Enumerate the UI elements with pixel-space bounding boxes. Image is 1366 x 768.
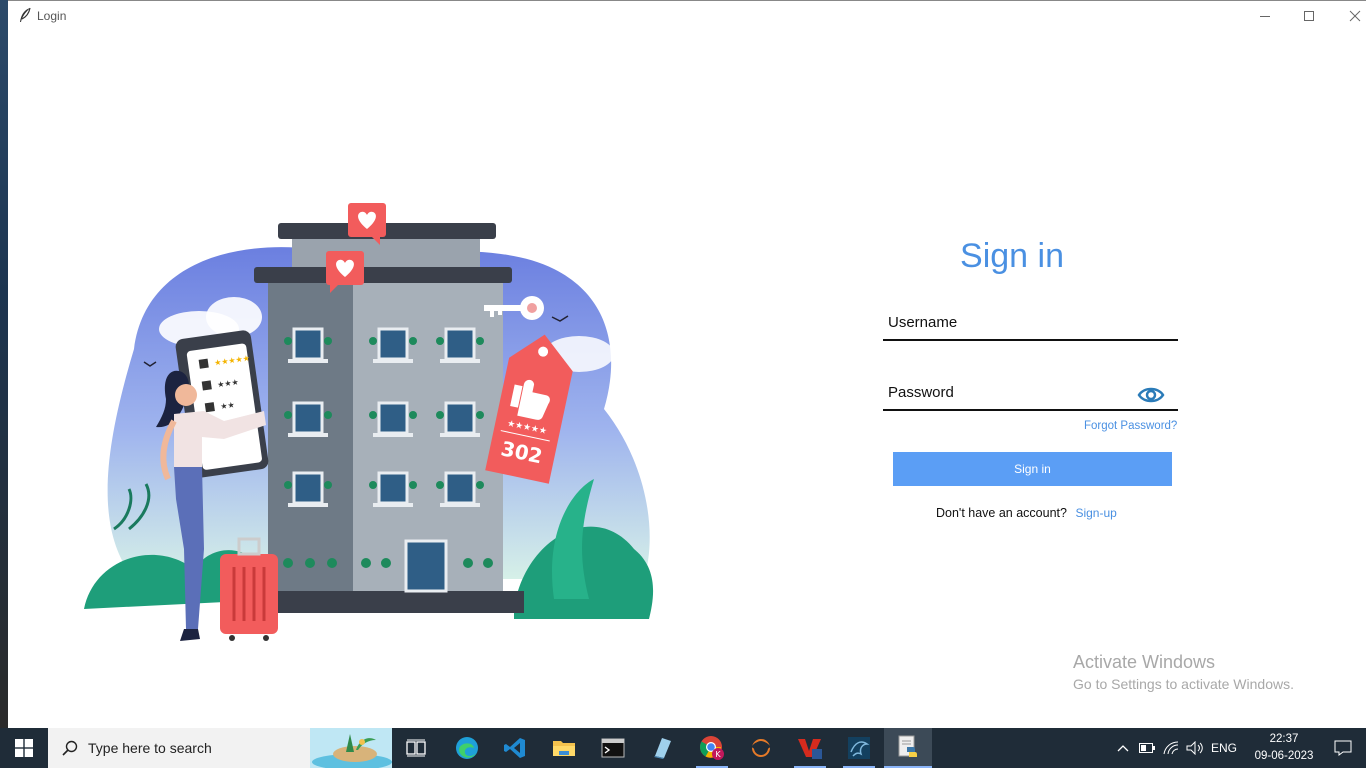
volume-button[interactable] — [1184, 728, 1206, 768]
notification-icon — [1334, 740, 1352, 756]
folder-icon — [553, 741, 575, 756]
taskbar-vscode[interactable] — [491, 728, 539, 768]
edge-icon — [456, 737, 478, 759]
taskbar-terminal[interactable] — [589, 728, 637, 768]
show-hidden-icons-button[interactable] — [1112, 728, 1134, 768]
signin-heading: Sign in — [960, 237, 1064, 275]
close-button[interactable] — [1332, 1, 1366, 31]
svg-text:K: K — [715, 750, 721, 759]
network-button[interactable] — [1160, 728, 1182, 768]
activate-windows-watermark: Activate Windows Go to Settings to activ… — [1073, 652, 1294, 692]
notepad-icon — [654, 738, 671, 759]
windows-logo-icon — [15, 739, 33, 757]
battery-button[interactable] — [1136, 728, 1158, 768]
wps-icon — [798, 739, 822, 759]
hotel-illustration: ★★★★★ 302 ★★★★★ ★★★ ★★ — [84, 203, 654, 641]
language-label: ENG — [1210, 741, 1237, 755]
login-window: Login ★★★★★ 302 ★★★★★ ★★★ ★★ Sign in Use… — [8, 0, 1366, 728]
taskbar: Type here to search K ENG 22:37 09-06-20… — [0, 728, 1366, 768]
search-placeholder: Type here to search — [88, 740, 212, 756]
task-view-button[interactable] — [392, 728, 440, 768]
clock-time: 22:37 — [1269, 733, 1299, 745]
signup-row: Don't have an account? Sign-up — [936, 506, 1117, 520]
signin-button[interactable]: Sign in — [893, 452, 1172, 486]
username-input[interactable] — [888, 307, 1128, 337]
signup-link[interactable]: Sign-up — [1075, 506, 1116, 520]
window-title: Login — [37, 9, 67, 23]
no-account-text: Don't have an account? — [936, 506, 1067, 520]
taskbar-python-idle[interactable] — [884, 728, 932, 768]
taskbar-matlab[interactable] — [737, 728, 785, 768]
taskbar-wps[interactable] — [786, 728, 834, 768]
taskbar-mysql-workbench[interactable] — [835, 728, 883, 768]
matlab-icon — [751, 739, 771, 757]
speaker-icon — [1186, 741, 1203, 755]
activate-windows-subtitle: Go to Settings to activate Windows. — [1073, 676, 1294, 692]
mysql-workbench-icon — [848, 737, 870, 759]
taskbar-search[interactable]: Type here to search — [48, 728, 392, 768]
start-button[interactable] — [0, 728, 48, 768]
maximize-icon — [1304, 11, 1314, 21]
activate-windows-title: Activate Windows — [1073, 652, 1216, 672]
search-icon — [62, 740, 78, 756]
feather-icon — [20, 7, 31, 22]
clock-date: 09-06-2023 — [1254, 750, 1314, 762]
chevron-up-icon — [1117, 745, 1129, 752]
maximize-button[interactable] — [1286, 1, 1332, 31]
close-icon — [1349, 10, 1361, 22]
username-field — [883, 307, 1178, 341]
notifications-button[interactable] — [1328, 728, 1358, 768]
clock[interactable]: 22:37 09-06-2023 — [1246, 728, 1322, 768]
forgot-password-link[interactable]: Forgot Password? — [1084, 420, 1177, 432]
title-bar[interactable]: Login — [8, 1, 1366, 31]
python-idle-icon — [898, 735, 917, 757]
password-input[interactable] — [888, 377, 1128, 407]
eye-icon[interactable] — [1137, 385, 1165, 405]
vscode-icon — [504, 738, 525, 758]
battery-icon — [1139, 743, 1155, 753]
search-highlight-image — [310, 728, 392, 768]
taskbar-edge[interactable] — [443, 728, 491, 768]
terminal-icon — [601, 738, 625, 758]
password-field — [883, 377, 1178, 411]
minimize-button[interactable] — [1242, 1, 1288, 31]
taskbar-chrome[interactable]: K — [688, 728, 736, 768]
desktop-background — [0, 0, 8, 728]
chrome-icon: K — [700, 736, 724, 760]
task-view-icon — [406, 739, 426, 757]
minimize-icon — [1260, 16, 1270, 17]
language-indicator[interactable]: ENG — [1208, 728, 1240, 768]
taskbar-file-explorer[interactable] — [540, 728, 588, 768]
taskbar-notepad[interactable] — [638, 728, 686, 768]
wifi-icon — [1163, 741, 1179, 755]
